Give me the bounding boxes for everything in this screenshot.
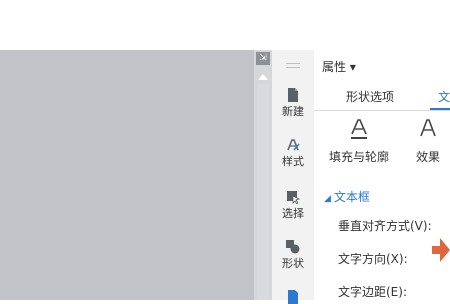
A-effects-icon xyxy=(420,119,436,137)
text-direction-label: 文字方向(X): xyxy=(338,252,408,266)
subtab-effects-label: 效果 xyxy=(415,150,440,164)
new-doc-icon xyxy=(288,88,298,102)
scroll-thumb[interactable] xyxy=(257,84,269,300)
vertical-scrollbar[interactable]: ⇲ xyxy=(254,50,272,300)
doc-icon xyxy=(288,290,298,304)
document-canvas[interactable] xyxy=(0,50,254,300)
properties-panel: 属性 ▾ 形状选项 文 填充与轮廓 效果 ◢ 文本框 垂直对齐方式(V): 文字方… xyxy=(314,50,450,300)
pin-icon[interactable]: ⇲ xyxy=(256,52,270,65)
taskpane-select-button[interactable]: 选择 xyxy=(272,190,314,221)
style-pen-icon xyxy=(287,139,300,151)
vertical-align-label: 垂直对齐方式(V): xyxy=(338,219,432,233)
textbox-section-label: 文本框 xyxy=(333,190,370,204)
taskpane-select-label: 选择 xyxy=(282,207,304,220)
taskpane-style-label: 样式 xyxy=(282,155,304,168)
panel-tabs: 形状选项 文 xyxy=(314,82,450,111)
task-pane-sidebar: 新建 样式 选择 形状 xyxy=(272,50,315,304)
collapse-toggle-icon: ◢ xyxy=(324,194,331,204)
taskpane-shape-label: 形状 xyxy=(282,257,304,270)
grip-handle[interactable] xyxy=(286,63,300,68)
tab-shape-options[interactable]: 形状选项 xyxy=(346,88,394,105)
textbox-section-header[interactable]: ◢ 文本框 xyxy=(324,188,370,205)
subtab-fill-outline-label: 填充与轮廓 xyxy=(328,150,389,164)
panel-title-dropdown[interactable]: 属性 ▾ xyxy=(322,58,356,75)
orange-arrow-icon xyxy=(432,238,450,262)
text-margin-label: 文字边距(E): xyxy=(338,285,407,299)
scroll-up-icon[interactable] xyxy=(258,74,268,80)
subtab-effects[interactable]: 效果 xyxy=(410,118,446,165)
active-tab-indicator xyxy=(430,108,450,110)
taskpane-doc-button[interactable] xyxy=(272,290,314,304)
tab-text-options[interactable]: 文 xyxy=(438,88,450,105)
subtab-fill-outline[interactable]: 填充与轮廓 xyxy=(328,118,390,165)
taskpane-new-button[interactable]: 新建 xyxy=(272,88,314,119)
A-underline-icon xyxy=(351,119,367,139)
taskpane-shape-button[interactable]: 形状 xyxy=(272,240,314,271)
taskpane-new-label: 新建 xyxy=(282,105,304,118)
shapes-icon xyxy=(286,240,300,254)
taskpane-style-button[interactable]: 样式 xyxy=(272,138,314,169)
select-arrow-icon xyxy=(287,191,300,204)
top-blank-strip xyxy=(0,0,450,50)
